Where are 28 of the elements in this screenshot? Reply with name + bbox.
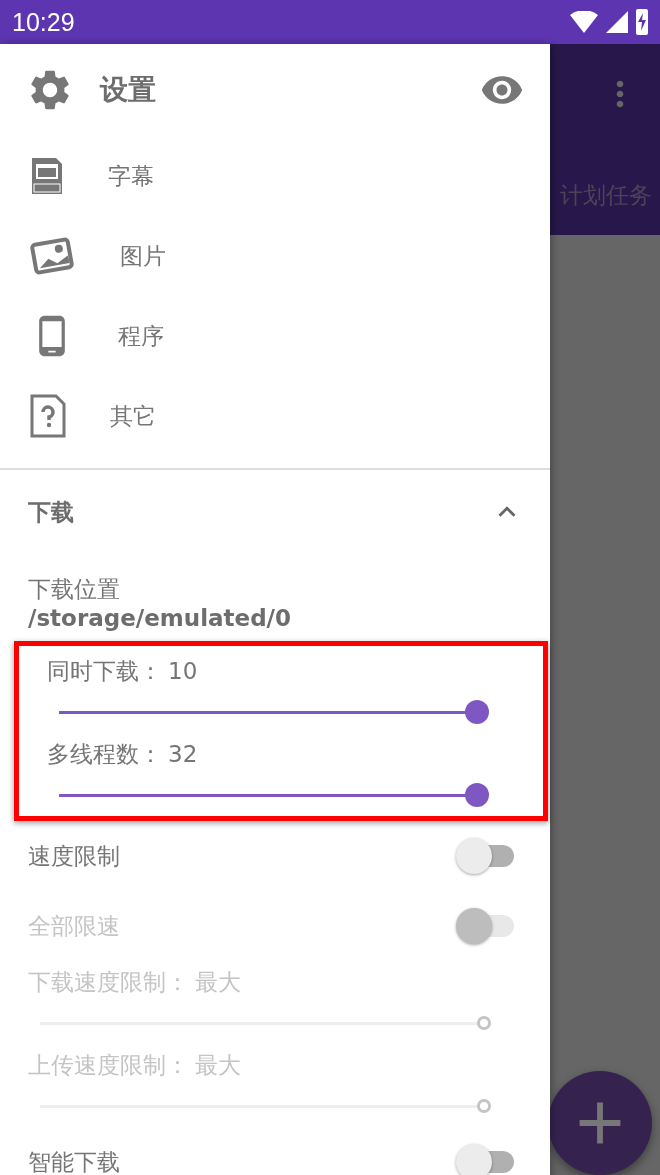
toggle-switch[interactable] xyxy=(454,837,514,875)
section-title: 下载 xyxy=(28,497,74,527)
photos-icon xyxy=(30,236,76,276)
srt-file-icon xyxy=(30,156,64,196)
drawer-item[interactable]: 图片 xyxy=(120,240,166,272)
status-time: 10:29 xyxy=(12,7,75,37)
battery-icon xyxy=(636,9,648,35)
drawer-item[interactable]: 程序 xyxy=(118,320,164,352)
setting-label: 速度限制 xyxy=(28,841,120,871)
setting-label: 全部限速 xyxy=(28,911,120,941)
toggle-switch[interactable] xyxy=(454,1143,514,1175)
setting-label: 下载位置 xyxy=(28,575,121,604)
setting-value: 最大 xyxy=(195,1051,241,1080)
setting-value: 最大 xyxy=(195,968,241,997)
setting-label: 下载速度限制： xyxy=(28,968,189,997)
signal-icon xyxy=(606,11,628,33)
setting-label: 同时下载： xyxy=(47,657,162,686)
wifi-icon xyxy=(570,11,598,33)
setting-value: 32 xyxy=(168,741,198,767)
drawer-title: 设置 xyxy=(100,72,157,108)
setting-label: 智能下载 xyxy=(28,1147,120,1175)
setting-label: 多线程数： xyxy=(47,740,162,769)
download-path: /storage/emulated/0 xyxy=(28,605,293,631)
drawer-item[interactable]: 其它 xyxy=(110,400,156,432)
setting-label: 上传速度限制： xyxy=(28,1051,189,1080)
drawer-item[interactable]: 字幕 xyxy=(108,160,154,192)
help-file-icon xyxy=(30,394,66,438)
setting-value: 10 xyxy=(168,658,198,684)
